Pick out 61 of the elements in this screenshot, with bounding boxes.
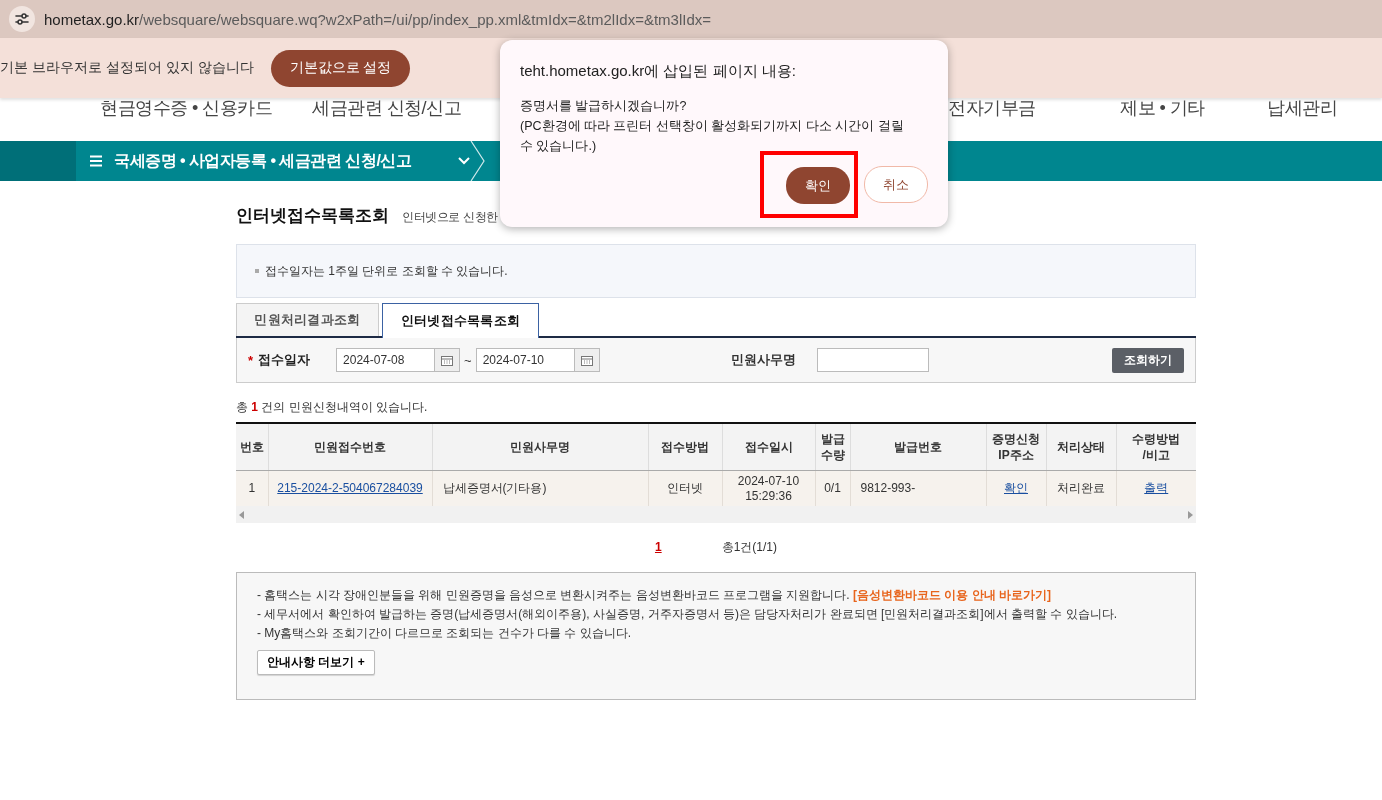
breadcrumb-separator-icon (470, 141, 486, 181)
page-subtitle: 인터넷으로 신청한 (402, 209, 498, 226)
notice-text: 접수일자는 1주일 단위로 조회할 수 있습니다. (265, 262, 508, 280)
column-header: 증명신청 IP주소 (986, 423, 1046, 471)
search-button[interactable]: 조회하기 (1112, 347, 1184, 373)
tab[interactable]: 인터넷접수목록조회 (382, 303, 539, 338)
dialog-title: teht.hometax.go.kr에 삽입된 페이지 내용: (520, 62, 797, 81)
table-cell: 9812-993- (850, 470, 986, 506)
page-summary: 총1건(1/1) (721, 538, 777, 556)
column-header: 접수일시 (722, 423, 815, 471)
date-field[interactable]: 2024-07-08 (336, 348, 436, 372)
nav-menu-item[interactable]: 세금관련 신청/신고 (312, 98, 461, 141)
column-header: 민원접수번호 (268, 423, 432, 471)
table-cell: 2024-07-10 15:29:36 (722, 470, 815, 506)
site-settings-icon[interactable] (9, 6, 35, 32)
calendar-button[interactable] (574, 348, 600, 372)
chevron-down-icon (458, 157, 470, 165)
page-title: 인터넷접수목록조회 (236, 205, 389, 227)
table-cell: 처리완료 (1046, 470, 1116, 506)
result-summary: 총 1 건의 민원신청내역이 있습니다. (236, 399, 429, 414)
column-header: 민원사무명 (432, 423, 648, 471)
menu-icon (90, 155, 102, 167)
page-link[interactable]: 1 (654, 540, 662, 554)
infobar-message: 기본 브라우저로 설정되어 있지 않습니다 (0, 59, 254, 77)
tab[interactable]: 민원처리결과조회 (236, 303, 379, 336)
confirm-button[interactable]: 확인 (786, 167, 850, 204)
scroll-right-icon[interactable] (1188, 510, 1193, 519)
column-header: 접수방법 (648, 423, 722, 471)
more-info-button[interactable]: 안내사항 더보기 + (257, 650, 375, 675)
horizontal-scrollbar[interactable] (236, 506, 1196, 523)
column-header: 발급 수량 (815, 423, 850, 471)
date-label: 접수일자 (258, 351, 311, 369)
cancel-button[interactable]: 취소 (864, 166, 928, 203)
bullet-icon (255, 269, 259, 273)
calendar-icon (580, 354, 593, 366)
column-header: 수령방법 /비고 (1116, 423, 1196, 471)
table-link[interactable]: 확인 (1004, 481, 1028, 495)
note-text: - 세무서에서 확인하여 발급하는 증명(납세증명서(해외이주용), 사실증명, 거주자증명서 등)은 담당자처리가 완료되면 [민원처리결과조회]에서 출력할 수 있습니다. (257, 606, 1118, 622)
column-header: 처리상태 (1046, 423, 1116, 471)
set-default-button[interactable]: 기본값으로 설정 (270, 49, 411, 87)
column-header: 번호 (236, 423, 268, 471)
date-field[interactable]: 2024-07-10 (475, 348, 575, 372)
note-text: - 홈택스는 시각 장애인분들을 위해 민원증명을 음성으로 변환시켜주는 음성변환바코드 프로그램을 지원합니다. [음성변환바코드 이용 안내 바로가기] (257, 587, 1052, 603)
tilde-separator: ~ (464, 352, 472, 368)
nav-menu-item[interactable]: 납세관리 (1267, 98, 1337, 141)
column-header: 발급번호 (850, 423, 986, 471)
note-text: - My홈택스와 조회기간이 다르므로 조회되는 건수가 다를 수 있습니다. (257, 625, 632, 641)
nav-menu-item[interactable]: 전자기부금 (948, 98, 1036, 141)
name-label: 민원사무명 (730, 351, 796, 369)
table-cell: 1 (236, 470, 268, 506)
dialog-message: 증명서를 발급하시겠습니까? (PC환경에 따라 프린터 선택창이 활성화되기까지 다소 시간이 걸릴 수 있습니다.) (520, 98, 905, 155)
required-mark: * (248, 352, 254, 368)
table-cell: 납세증명서(기타용) (432, 470, 648, 506)
table-link[interactable]: 출력 (1144, 481, 1169, 495)
nav-menu-item[interactable]: 제보 • 기타 (1120, 98, 1205, 141)
nav-menu-item[interactable]: 현금영수증 • 신용카드 (100, 98, 273, 141)
calendar-button[interactable] (435, 348, 461, 372)
search-name-field[interactable] (816, 348, 929, 372)
scroll-left-icon[interactable] (239, 510, 244, 519)
table-cell: 인터넷 (648, 470, 722, 506)
calendar-icon (441, 354, 454, 366)
